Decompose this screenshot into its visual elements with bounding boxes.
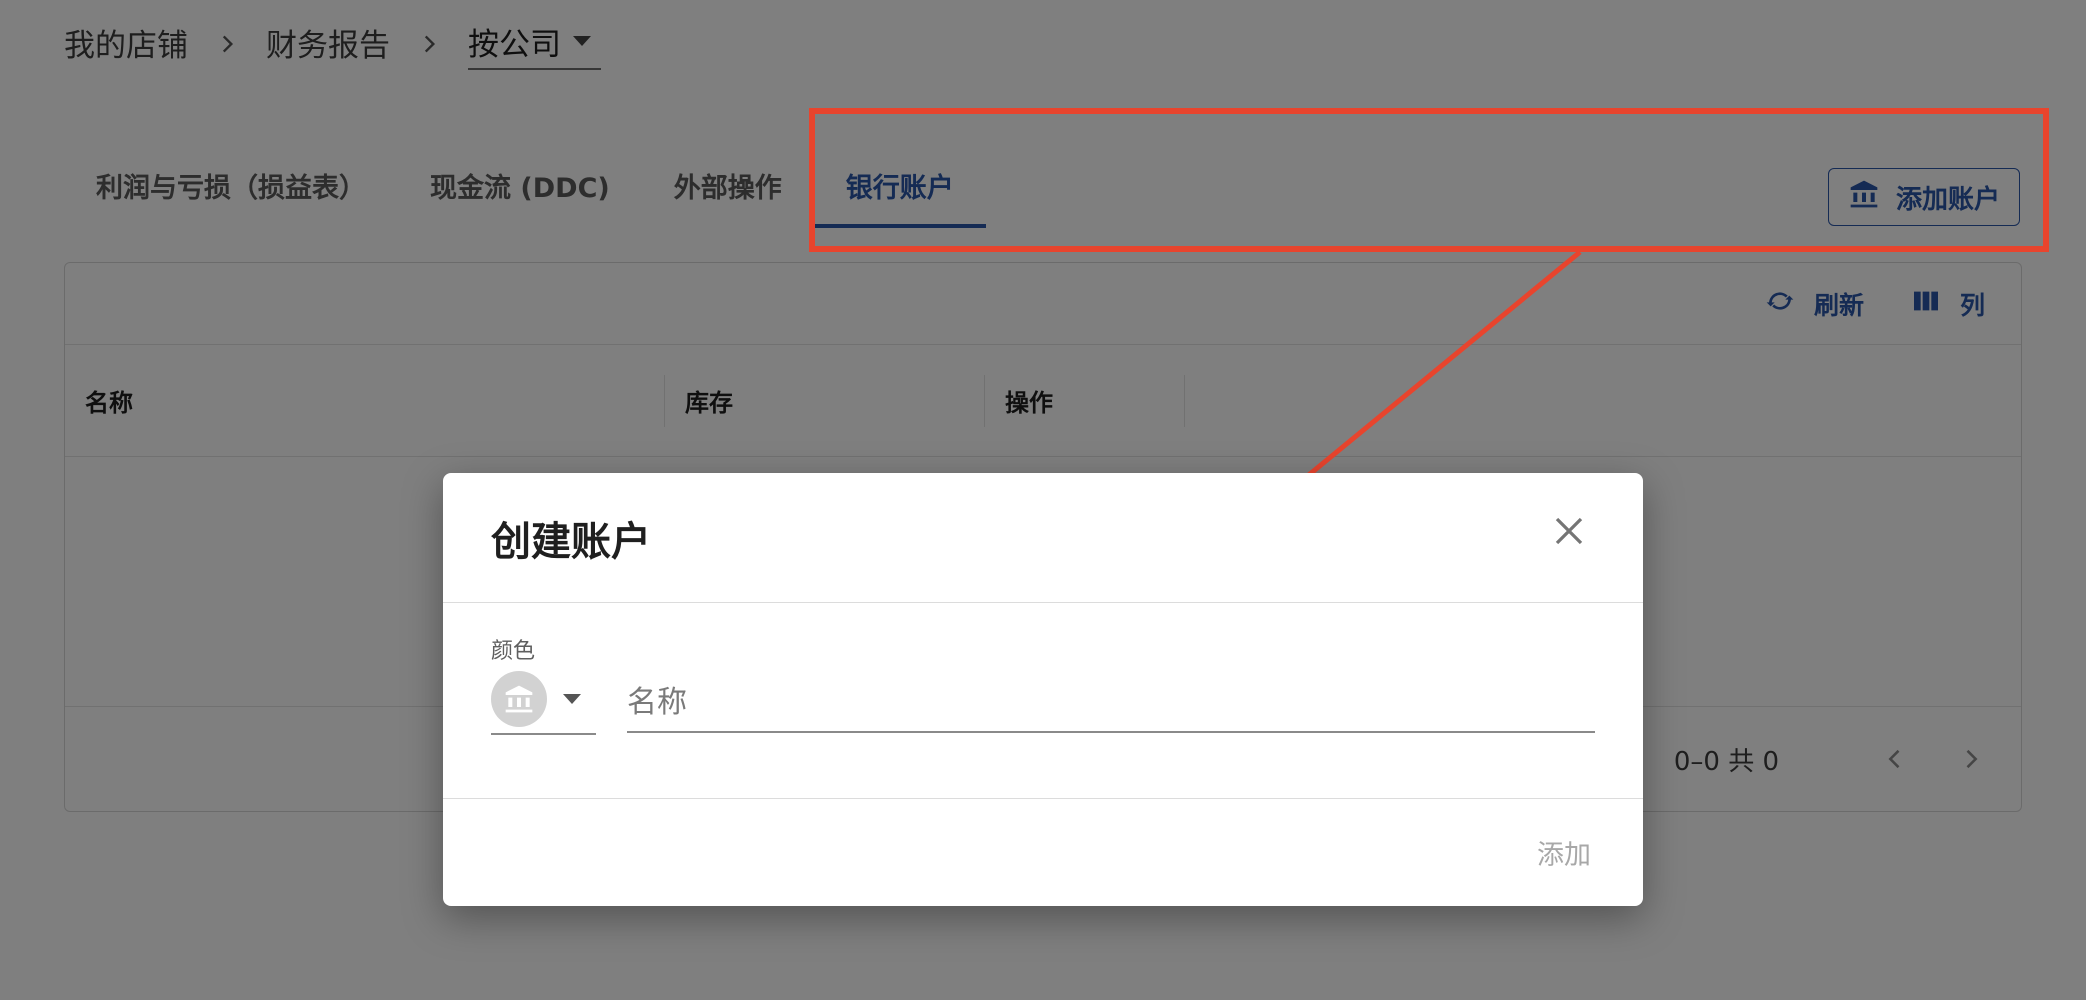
dialog-footer: 添加	[443, 799, 1643, 906]
caret-down-icon	[563, 694, 581, 704]
dialog-title: 创建账户	[491, 518, 651, 565]
color-select[interactable]	[491, 665, 596, 735]
bank-icon	[505, 685, 533, 713]
account-name-input[interactable]	[627, 673, 1595, 733]
annotation-highlight-box	[809, 108, 2049, 252]
dialog-header: 创建账户	[443, 473, 1643, 603]
color-label: 颜色	[491, 639, 536, 664]
add-button[interactable]: 添加	[1537, 833, 1591, 872]
dialog-body: 颜色	[443, 603, 1643, 799]
color-swatch	[491, 671, 547, 727]
create-account-dialog: 创建账户 颜色 添加	[443, 473, 1643, 906]
close-dialog-button[interactable]	[1547, 509, 1591, 553]
close-icon	[1555, 517, 1583, 545]
